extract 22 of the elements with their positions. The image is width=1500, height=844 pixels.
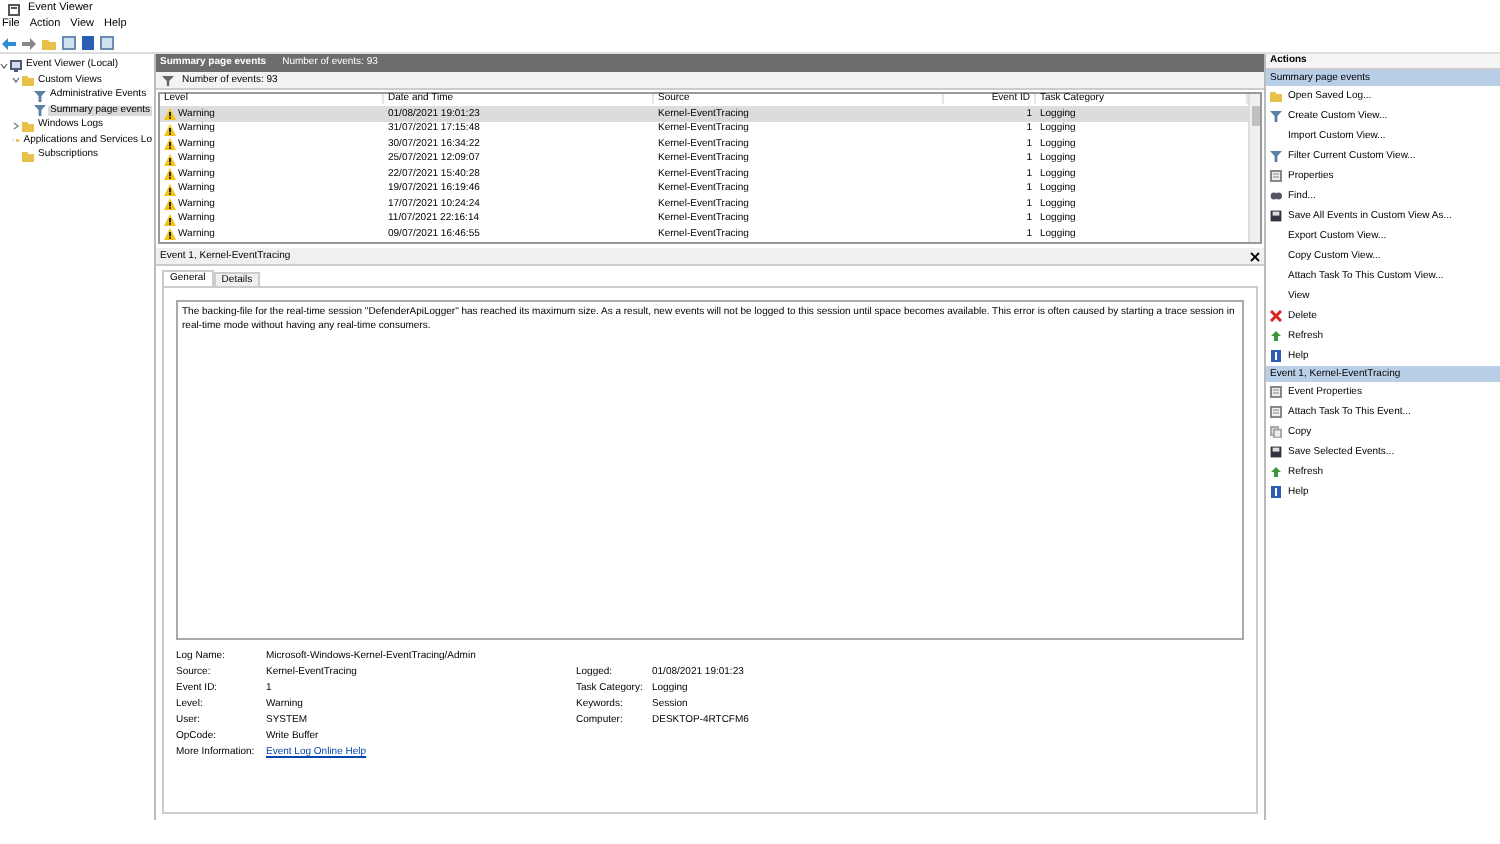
filter-icon [1270,150,1282,162]
chevron-down-icon[interactable] [0,61,8,70]
forward-icon[interactable] [22,37,36,49]
document-icon [1270,170,1282,182]
panel-icon[interactable] [100,36,114,50]
help-icon [1270,486,1282,498]
close-icon[interactable] [1250,251,1260,261]
filter-icon [1270,110,1282,122]
disk-icon [1270,210,1282,222]
chevron-down-icon[interactable] [12,76,20,85]
disk-icon [1270,446,1282,458]
document-icon [1270,386,1282,398]
help-icon [1270,350,1282,362]
back-icon[interactable] [2,37,16,49]
computer-icon [10,59,22,72]
refresh-icon [1270,330,1282,342]
refresh-icon [1270,466,1282,478]
copy-icon [1270,426,1282,438]
document-icon [1270,406,1282,418]
scrollbar[interactable] [1248,94,1260,242]
delete-icon [1270,310,1282,322]
panel-icon[interactable] [62,36,76,50]
